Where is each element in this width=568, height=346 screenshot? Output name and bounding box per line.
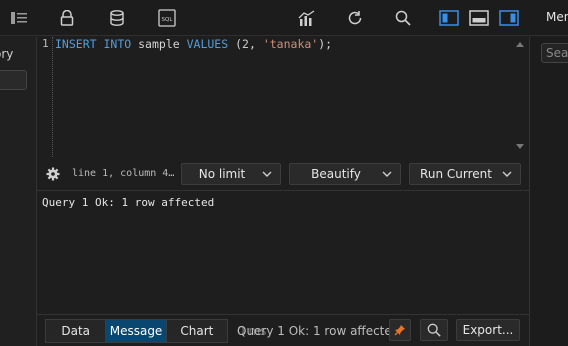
tab-message[interactable]: Message bbox=[106, 320, 167, 342]
result-tabs: Data Message Chart bbox=[45, 319, 228, 343]
code-line[interactable]: INSERT INTO sample VALUES (2, 'tanaka'); bbox=[55, 37, 332, 51]
panel-toggle-icon[interactable] bbox=[9, 8, 29, 28]
menu-label[interactable]: Men bbox=[546, 10, 568, 24]
right-panel: Sear bbox=[529, 37, 568, 346]
status-text: Query 1 Ok: 1 row affected bbox=[237, 324, 400, 338]
left-panel: ory bbox=[0, 37, 37, 346]
layout-bottom-icon[interactable] bbox=[468, 8, 490, 28]
layout-left-icon[interactable] bbox=[438, 8, 460, 28]
run-current-label: Run Current bbox=[420, 167, 492, 181]
chart-icon[interactable] bbox=[297, 8, 317, 28]
toolbar: SQL Men bbox=[0, 0, 568, 36]
pin-button[interactable] bbox=[389, 319, 411, 341]
code-keyword: VALUES bbox=[186, 37, 229, 51]
scroll-down-arrow-icon[interactable] bbox=[516, 144, 524, 149]
editor-gutter: 1 bbox=[37, 37, 53, 157]
editor-status-bar: line 1, column 4… No limit Beautify Run … bbox=[37, 159, 529, 191]
result-message: Query 1 Ok: 1 row affected bbox=[42, 196, 215, 209]
search-icon bbox=[427, 323, 441, 337]
limit-select[interactable]: No limit bbox=[181, 163, 281, 185]
pin-icon bbox=[394, 325, 405, 336]
tab-chart[interactable]: Chart bbox=[167, 320, 227, 342]
sql-file-icon[interactable]: SQL bbox=[157, 8, 177, 28]
beautify-select[interactable]: Beautify bbox=[289, 163, 401, 185]
cursor-position: line 1, column 4… bbox=[72, 168, 175, 179]
chevron-down-icon bbox=[262, 171, 272, 177]
left-panel-label: ory bbox=[0, 47, 14, 61]
code-number: 2 bbox=[242, 37, 249, 51]
beautify-select-label: Beautify bbox=[311, 167, 361, 181]
database-icon[interactable] bbox=[107, 8, 127, 28]
code-string: 'tanaka' bbox=[262, 37, 319, 51]
code-punct: ); bbox=[318, 37, 333, 51]
left-panel-input[interactable] bbox=[0, 70, 27, 90]
run-current-select[interactable]: Run Current bbox=[409, 163, 521, 185]
chevron-down-icon bbox=[502, 171, 512, 177]
scroll-up-arrow-icon[interactable] bbox=[516, 42, 524, 47]
sql-editor[interactable]: 1 INSERT INTO sample VALUES (2, 'tanaka'… bbox=[37, 37, 529, 157]
lock-icon[interactable] bbox=[57, 8, 77, 28]
search-icon[interactable] bbox=[393, 8, 413, 28]
refresh-icon[interactable] bbox=[345, 8, 365, 28]
svg-text:SQL: SQL bbox=[162, 17, 174, 23]
results-search-button[interactable] bbox=[420, 319, 448, 341]
chevron-down-icon bbox=[382, 171, 392, 177]
code-identifier: sample bbox=[138, 37, 180, 51]
code-keyword: INSERT bbox=[55, 37, 97, 51]
limit-select-label: No limit bbox=[198, 167, 246, 181]
code-punct: ( bbox=[235, 37, 243, 51]
layout-right-icon[interactable] bbox=[498, 8, 520, 28]
tab-data[interactable]: Data bbox=[46, 320, 107, 342]
export-button[interactable]: Export... bbox=[456, 319, 520, 341]
code-keyword: INTO bbox=[103, 37, 132, 51]
line-number: 1 bbox=[42, 37, 49, 50]
gear-icon[interactable] bbox=[46, 167, 60, 184]
right-search-input[interactable]: Sear bbox=[541, 43, 568, 63]
code-punct: , bbox=[248, 37, 263, 51]
results-panel: Query 1 Ok: 1 row affected bbox=[37, 192, 529, 314]
results-footer: Data Message Chart 0 ms Query 1 Ok: 1 ro… bbox=[37, 314, 529, 346]
